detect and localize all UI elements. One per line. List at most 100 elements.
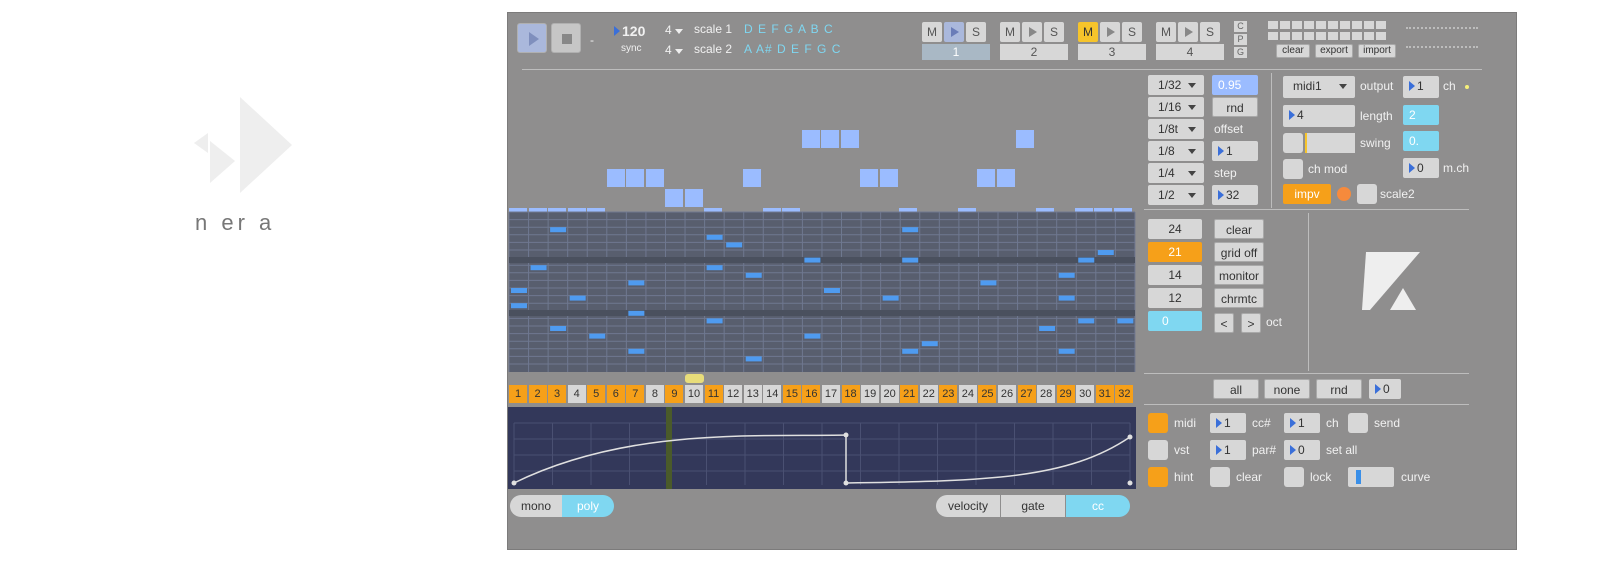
pattern-slot[interactable] bbox=[1280, 32, 1290, 40]
grid-note[interactable] bbox=[882, 295, 899, 301]
grid-note[interactable] bbox=[1058, 295, 1075, 301]
select-none-button[interactable]: none bbox=[1264, 379, 1310, 399]
oct-up-button[interactable]: > bbox=[1241, 313, 1261, 333]
grid-note[interactable] bbox=[980, 280, 997, 286]
step-29-button[interactable]: 29 bbox=[1056, 385, 1075, 403]
grid-note[interactable] bbox=[569, 295, 586, 301]
grid-note[interactable] bbox=[550, 227, 567, 233]
track-3-solo-button[interactable]: S bbox=[1122, 22, 1142, 42]
pattern-slot[interactable] bbox=[1364, 21, 1374, 29]
pattern-slot[interactable] bbox=[1376, 32, 1386, 40]
step-10-button[interactable]: 10 bbox=[685, 385, 704, 403]
cpg-p-button[interactable]: P bbox=[1234, 34, 1247, 45]
track-2-select-bar[interactable]: 2 bbox=[1000, 44, 1068, 60]
pattern-slot[interactable] bbox=[1268, 21, 1278, 29]
grid-note[interactable] bbox=[530, 265, 547, 271]
impv-button[interactable]: impv bbox=[1283, 184, 1331, 204]
grid-monitor-button[interactable]: monitor bbox=[1214, 265, 1264, 285]
grid-note[interactable] bbox=[745, 356, 762, 362]
step-13-button[interactable]: 13 bbox=[743, 385, 762, 403]
tempo-number[interactable]: 120 bbox=[614, 23, 645, 39]
scale2-notes[interactable]: A A# D E F G C bbox=[744, 42, 841, 56]
step-9-button[interactable]: 9 bbox=[665, 385, 684, 403]
melody-note[interactable] bbox=[626, 169, 644, 187]
step-25-button[interactable]: 25 bbox=[978, 385, 997, 403]
step-5-button[interactable]: 5 bbox=[587, 385, 606, 403]
pattern-import-button[interactable]: import bbox=[1358, 44, 1396, 58]
step-19-button[interactable]: 19 bbox=[861, 385, 880, 403]
grid-note[interactable] bbox=[1058, 348, 1075, 354]
cpg-g-button[interactable]: G bbox=[1234, 47, 1247, 58]
grid-note[interactable] bbox=[589, 333, 606, 339]
grid-note[interactable] bbox=[511, 303, 527, 309]
melody-note[interactable] bbox=[996, 169, 1015, 187]
track-3-play-button[interactable] bbox=[1100, 22, 1120, 42]
output-device-select[interactable]: midi1 bbox=[1283, 76, 1355, 98]
hint-checkbox[interactable] bbox=[1148, 467, 1168, 487]
pattern-slot[interactable] bbox=[1280, 21, 1290, 29]
pattern-export-button[interactable]: export bbox=[1315, 44, 1353, 58]
grid-note[interactable] bbox=[823, 288, 840, 293]
step-31-button[interactable]: 31 bbox=[1095, 385, 1114, 403]
step-14-button[interactable]: 14 bbox=[763, 385, 782, 403]
track-4-solo-button[interactable]: S bbox=[1200, 22, 1220, 42]
track-4-play-button[interactable] bbox=[1178, 22, 1198, 42]
track-1-select-bar[interactable]: 1 bbox=[922, 44, 990, 60]
track-2-play-button[interactable] bbox=[1022, 22, 1042, 42]
step-27-button[interactable]: 27 bbox=[1017, 385, 1036, 403]
pattern-slot[interactable] bbox=[1316, 21, 1326, 29]
pattern-clear-button[interactable]: clear bbox=[1276, 44, 1310, 58]
meter1-select[interactable]: 4 bbox=[665, 23, 684, 37]
select-number-field[interactable]: 0 bbox=[1369, 379, 1401, 399]
track-2-solo-button[interactable]: S bbox=[1044, 22, 1064, 42]
step-17-button[interactable]: 17 bbox=[821, 385, 840, 403]
swing-checkbox[interactable] bbox=[1283, 133, 1303, 153]
grid-note[interactable] bbox=[1097, 250, 1114, 255]
melody-note[interactable] bbox=[801, 130, 820, 148]
velocity-tab[interactable]: velocity bbox=[936, 495, 1000, 517]
curve-point[interactable] bbox=[511, 480, 517, 486]
division-select-3[interactable]: 1/8t bbox=[1148, 119, 1204, 139]
pattern-slot[interactable] bbox=[1340, 21, 1350, 29]
division-select-1[interactable]: 1/32 bbox=[1148, 75, 1204, 95]
chmod-checkbox[interactable] bbox=[1283, 159, 1303, 179]
step-32-button[interactable]: 32 bbox=[1115, 385, 1134, 403]
step-1-button[interactable]: 1 bbox=[509, 385, 527, 403]
play-button[interactable] bbox=[517, 23, 547, 53]
gate-tab[interactable]: gate bbox=[1001, 495, 1065, 517]
curve-point[interactable] bbox=[843, 432, 849, 438]
pattern-slot[interactable] bbox=[1292, 32, 1302, 40]
grid-note[interactable] bbox=[628, 280, 645, 286]
step-18-button[interactable]: 18 bbox=[841, 385, 860, 403]
grid-note[interactable] bbox=[706, 234, 723, 240]
stop-button[interactable] bbox=[551, 23, 581, 53]
row-value-4[interactable]: 12 bbox=[1148, 288, 1202, 308]
curve-point[interactable] bbox=[843, 480, 849, 486]
step-8-button[interactable]: 8 bbox=[645, 385, 664, 403]
step-6-button[interactable]: 6 bbox=[606, 385, 625, 403]
melody-display[interactable] bbox=[508, 91, 1148, 246]
grid-note[interactable] bbox=[921, 341, 938, 347]
melody-note[interactable] bbox=[645, 169, 664, 187]
mch-field[interactable]: 0 bbox=[1403, 158, 1439, 178]
timing-rnd-button[interactable]: rnd bbox=[1212, 97, 1258, 117]
grid-note[interactable] bbox=[1078, 318, 1095, 324]
grid-note[interactable] bbox=[902, 227, 919, 233]
step-23-button[interactable]: 23 bbox=[939, 385, 958, 403]
length-field[interactable]: 4 bbox=[1283, 105, 1355, 127]
grid-note[interactable] bbox=[804, 257, 821, 263]
select-rnd-button[interactable]: rnd bbox=[1316, 379, 1362, 399]
step-15-button[interactable]: 15 bbox=[782, 385, 801, 403]
track-3-select-bar[interactable]: 3 bbox=[1078, 44, 1146, 60]
pattern-slot[interactable] bbox=[1328, 21, 1338, 29]
meter2-select[interactable]: 4 bbox=[665, 43, 684, 57]
grid-note[interactable] bbox=[902, 348, 919, 354]
vst-checkbox[interactable] bbox=[1148, 440, 1168, 460]
step-16-button[interactable]: 16 bbox=[802, 385, 821, 403]
melody-note[interactable] bbox=[821, 130, 839, 148]
cpg-c-button[interactable]: C bbox=[1234, 21, 1247, 32]
cc-tab[interactable]: cc bbox=[1066, 495, 1130, 517]
pattern-slot[interactable] bbox=[1316, 32, 1326, 40]
melody-note[interactable] bbox=[879, 169, 898, 187]
lock-checkbox[interactable] bbox=[1284, 467, 1304, 487]
